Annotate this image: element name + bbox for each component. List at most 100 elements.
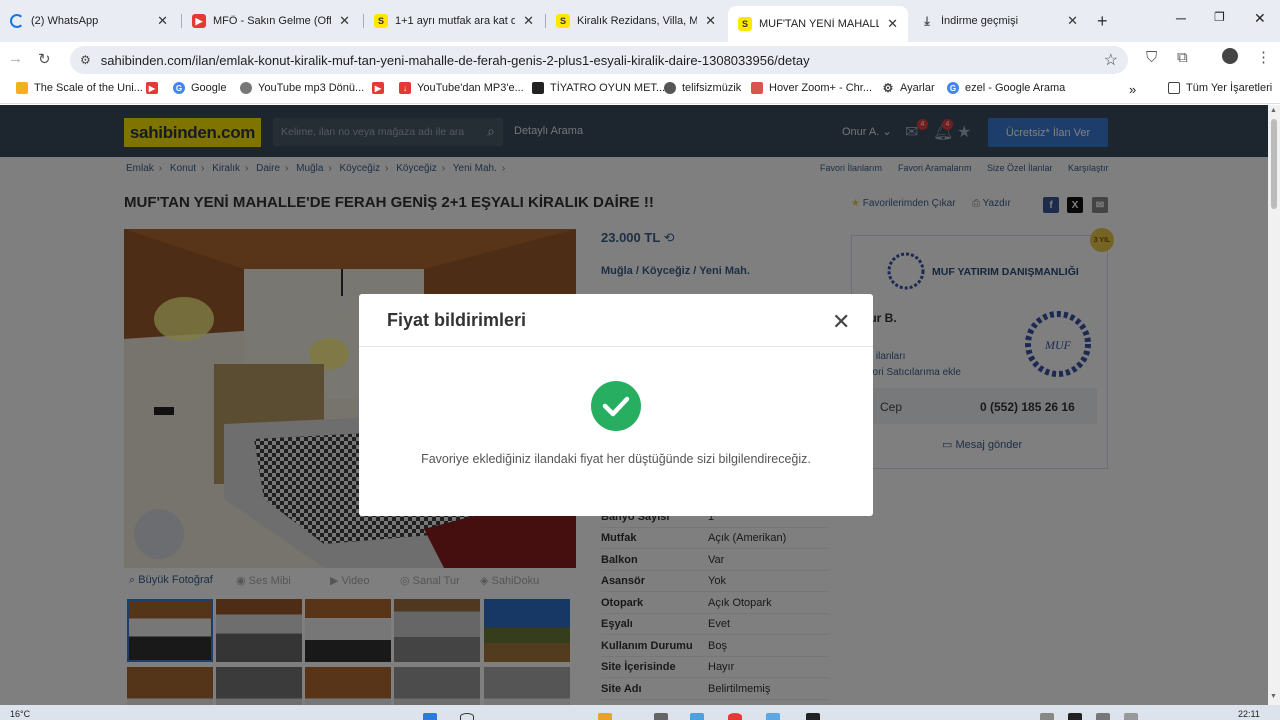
success-check-icon <box>591 381 641 431</box>
tray-icon[interactable] <box>1124 713 1138 720</box>
tab-title: MFÖ - Sakın Gelme (Offici <box>213 15 332 27</box>
sahibinden-icon: S <box>556 14 570 28</box>
browser-tab-strip: (2) WhatsApp ✕ ▶ MFÖ - Sakın Gelme (Offi… <box>0 0 1280 42</box>
bookmark-item[interactable]: ▶ <box>146 82 164 94</box>
app-icon[interactable] <box>806 713 820 720</box>
gear-icon: ⚙ <box>882 81 894 95</box>
tab-title: Kiralık Rezidans, Villa, Müst <box>577 15 698 27</box>
hover-zoom-icon <box>751 82 763 94</box>
new-tab-icon[interactable]: + <box>1097 11 1108 32</box>
weather-temperature[interactable]: 16°C <box>10 709 30 719</box>
tab-sahibinden-1[interactable]: S 1+1 ayrı mutfak ara kat da ✕ <box>364 8 544 34</box>
scroll-up-icon[interactable]: ▲ <box>1270 107 1277 114</box>
app-icon[interactable] <box>766 713 780 720</box>
reload-icon[interactable]: ↻ <box>38 50 51 68</box>
modal-title: Fiyat bildirimleri <box>387 310 527 330</box>
youtube-icon: ▶ <box>372 82 384 94</box>
site-info-icon[interactable]: ⚙ <box>80 53 91 67</box>
windows-taskbar: 16°C 22:11 <box>0 705 1280 720</box>
window-close-icon[interactable]: ✕ <box>1254 10 1266 27</box>
tab-title: (2) WhatsApp <box>31 15 99 27</box>
shield-extension-icon[interactable]: ⛉ <box>1146 49 1157 66</box>
bookmark-item[interactable]: Hover Zoom+ - Chr... <box>751 82 872 94</box>
task-view-icon[interactable] <box>654 713 668 720</box>
music-icon <box>664 82 676 94</box>
folder-icon <box>1168 82 1180 94</box>
modal-message: Favoriye eklediğiniz ilandaki fiyat her … <box>421 452 811 466</box>
back-arrow-icon[interactable]: → <box>8 50 23 67</box>
puzzle-extensions-icon[interactable]: ⧉ <box>1177 49 1188 66</box>
tab-close-icon[interactable]: ✕ <box>339 13 350 29</box>
bookmark-item[interactable]: TİYATRO OYUN MET... <box>532 82 665 94</box>
tab-whatsapp[interactable]: (2) WhatsApp ✕ <box>0 8 178 34</box>
explorer-icon[interactable] <box>690 713 704 720</box>
restore-icon[interactable]: ❐ <box>1214 10 1225 24</box>
sahibinden-icon: S <box>374 14 388 28</box>
modal-divider <box>359 346 873 347</box>
bookmark-label: Hover Zoom+ - Chr... <box>769 82 873 94</box>
bookmark-item[interactable]: Gezel - Google Arama <box>947 82 1065 94</box>
scroll-down-icon[interactable]: ▼ <box>1270 693 1277 700</box>
google-icon: G <box>173 82 185 94</box>
start-icon[interactable] <box>423 713 437 720</box>
scrollbar-thumb[interactable] <box>1271 119 1277 209</box>
tab-downloads[interactable]: ⤓ İndirme geçmişi ✕ <box>910 8 1088 34</box>
bookmark-label: TİYATRO OYUN MET... <box>550 82 666 94</box>
bookmark-label: Tüm Yer İşaretleri <box>1186 82 1273 94</box>
chrome-icon[interactable] <box>728 713 742 720</box>
tab-sahibinden-2[interactable]: S Kiralık Rezidans, Villa, Müst ✕ <box>546 8 726 34</box>
tab-title: İndirme geçmişi <box>941 15 1019 27</box>
tab-close-icon[interactable]: ✕ <box>523 13 534 29</box>
tray-icon[interactable] <box>1040 713 1054 720</box>
bookmark-item[interactable]: The Scale of the Uni... <box>16 82 143 94</box>
bookmark-label: Ayarlar <box>900 82 935 94</box>
url-text: sahibinden.com/ilan/emlak-konut-kiralik-… <box>100 52 810 68</box>
youtube-icon: ▶ <box>192 14 206 28</box>
bookmarks-bar: The Scale of the Uni... ▶ G Google YouTub… <box>0 76 1280 104</box>
search-icon[interactable] <box>460 713 474 720</box>
theater-icon <box>532 82 544 94</box>
bookmark-label: YouTube mp3 Dönü... <box>258 82 365 94</box>
profile-avatar[interactable] <box>1222 48 1238 64</box>
bookmark-item[interactable]: ↓ YouTube'dan MP3'e... <box>399 82 524 94</box>
bookmark-item[interactable]: YouTube mp3 Dönü... <box>240 82 364 94</box>
tab-title: MUF'TAN YENİ MAHALLE' <box>759 18 880 30</box>
bookmark-label: telifsizmüzik <box>682 82 742 94</box>
page-scrollbar[interactable]: ▲ ▼ <box>1268 105 1280 705</box>
tray-icon[interactable] <box>1068 713 1082 720</box>
bookmark-label: ezel - Google Arama <box>965 82 1066 94</box>
mp3-icon: ↓ <box>399 82 411 94</box>
close-icon[interactable]: ✕ <box>832 309 850 335</box>
youtube-icon: ▶ <box>146 82 158 94</box>
address-bar[interactable]: ⚙ sahibinden.com/ilan/emlak-konut-kirali… <box>70 46 1128 74</box>
sahibinden-icon: S <box>738 17 752 31</box>
download-icon: ⤓ <box>924 13 930 28</box>
tray-icon[interactable] <box>1096 713 1110 720</box>
tab-title: 1+1 ayrı mutfak ara kat da <box>395 15 516 27</box>
bookmark-item[interactable]: ⚙ Ayarlar <box>882 81 935 95</box>
all-bookmarks-folder[interactable]: Tüm Yer İşaretleri <box>1168 82 1272 94</box>
price-alert-modal: Fiyat bildirimleri ✕ Favoriye eklediğini… <box>359 294 873 516</box>
taskbar-clock[interactable]: 22:11 <box>1238 709 1260 719</box>
widgets-icon[interactable] <box>598 713 612 720</box>
tab-close-icon[interactable]: ✕ <box>157 13 168 29</box>
bookmark-item[interactable]: telifsizmüzik <box>664 82 741 94</box>
bookmark-label: Google <box>191 82 227 94</box>
menu-dots-icon[interactable]: ⋮ <box>1256 48 1271 66</box>
tab-sahibinden-active[interactable]: S MUF'TAN YENİ MAHALLE' ✕ <box>728 6 908 42</box>
google-icon: G <box>947 82 959 94</box>
bookmark-label: YouTube'dan MP3'e... <box>417 82 524 94</box>
tab-youtube-mfo[interactable]: ▶ MFÖ - Sakın Gelme (Offici ✕ <box>182 8 360 34</box>
more-bookmarks-icon[interactable]: » <box>1129 82 1136 97</box>
minimize-icon[interactable]: ─ <box>1176 10 1186 26</box>
tab-close-icon[interactable]: ✕ <box>887 16 898 32</box>
loading-icon <box>10 14 24 28</box>
tab-close-icon[interactable]: ✕ <box>1067 13 1078 29</box>
globe-icon <box>240 82 252 94</box>
bookmark-icon <box>16 82 28 94</box>
bookmark-item[interactable]: G Google <box>173 82 226 94</box>
bookmark-item[interactable]: ▶ <box>372 82 390 94</box>
tab-close-icon[interactable]: ✕ <box>705 13 716 29</box>
bookmark-label: The Scale of the Uni... <box>34 82 143 94</box>
bookmark-star-icon[interactable]: ☆ <box>1104 50 1118 70</box>
